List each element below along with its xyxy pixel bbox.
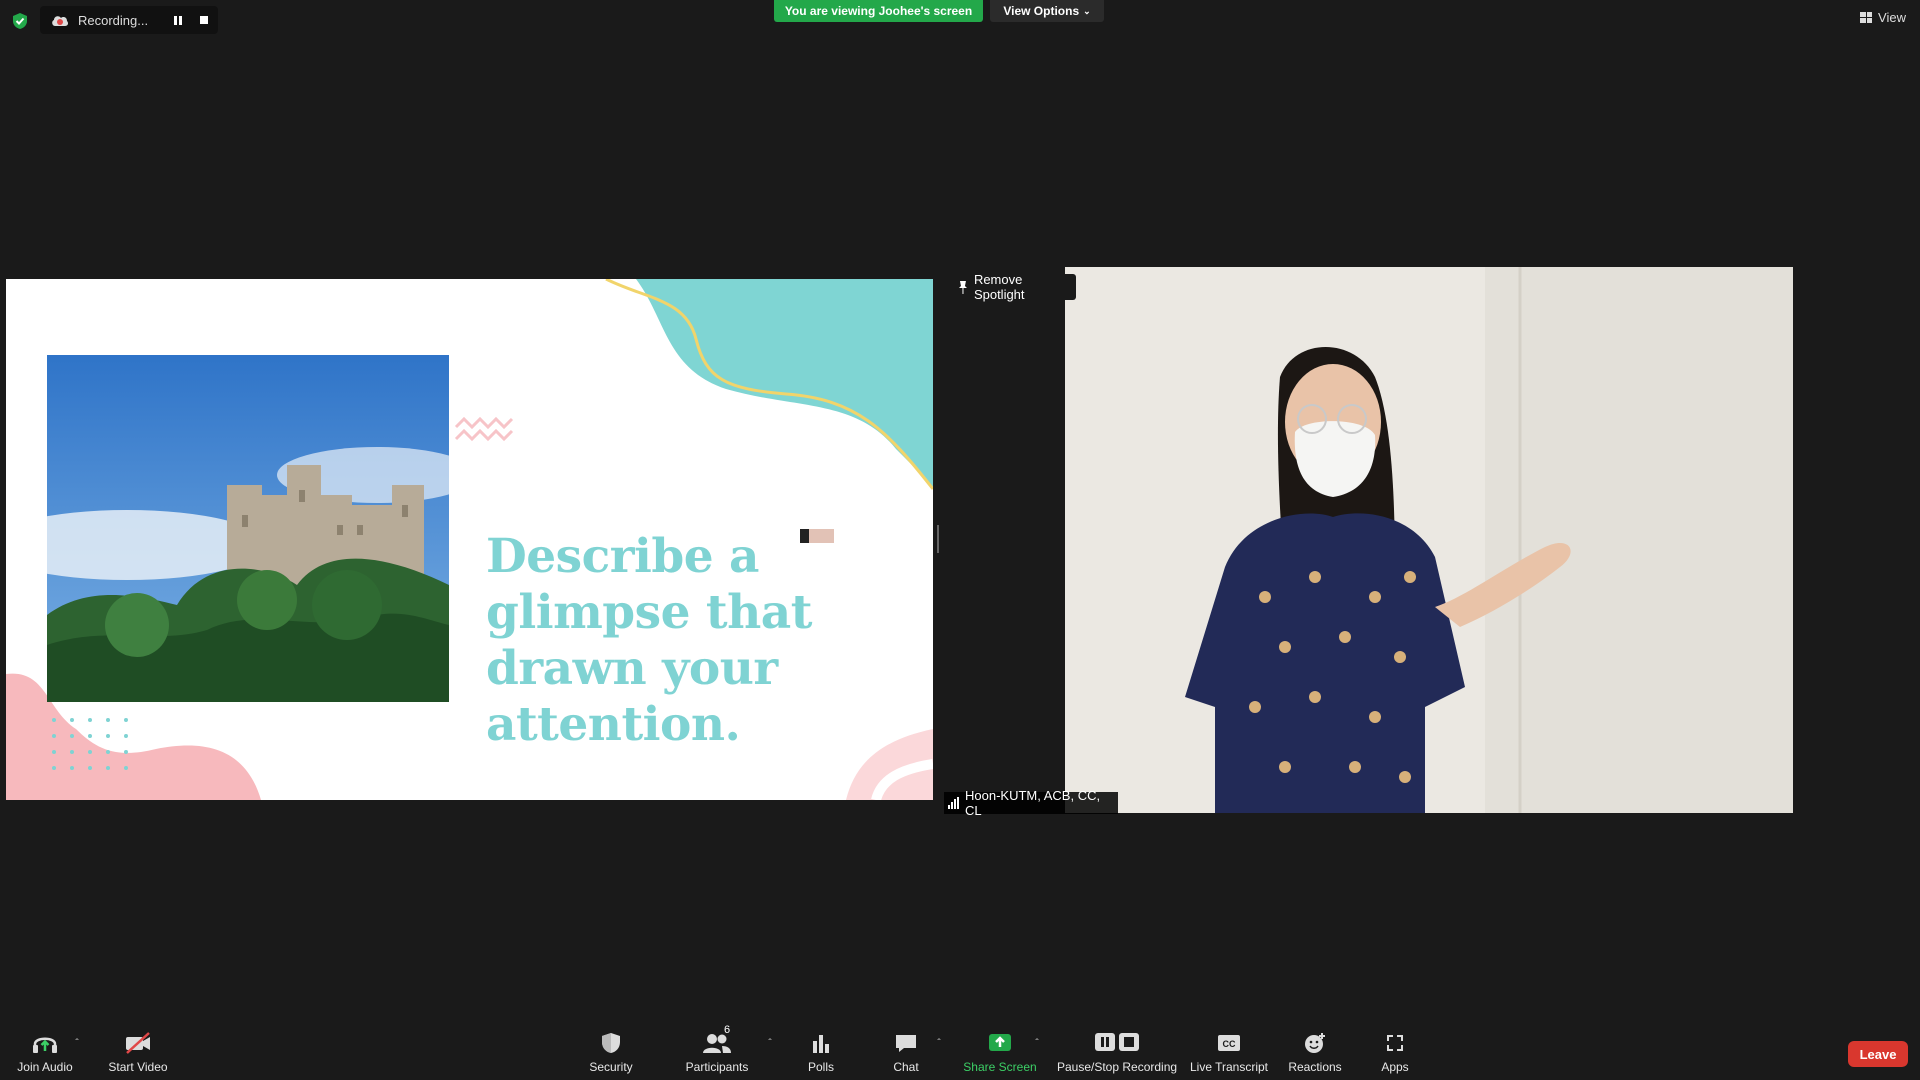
leave-button[interactable]: Leave	[1848, 1041, 1908, 1067]
security-shield-icon	[602, 1033, 620, 1053]
participants-label: Participants	[685, 1060, 749, 1074]
headphones-icon	[33, 1037, 57, 1053]
meeting-toolbar: Join Audio ˆ Start Video Security 6 Part…	[0, 1020, 1920, 1080]
participant-name: Hoon-KUTM, ACB, CC, CL	[965, 788, 1101, 818]
participant-name-tag: Hoon-KUTM, ACB, CC, CL	[944, 788, 1118, 818]
remove-spotlight-label: Remove Spotlight	[973, 272, 1025, 302]
recording-indicator: Recording...	[40, 6, 218, 34]
shared-screen-slide: Describe a glimpse that drawn your atten…	[6, 279, 933, 800]
join-audio-label: Join Audio	[17, 1060, 73, 1074]
encryption-shield-icon[interactable]	[12, 12, 28, 30]
pause-stop-recording-button[interactable]: Pause/Stop Recording	[1057, 1030, 1177, 1074]
apps-button[interactable]: Apps	[1340, 1030, 1450, 1074]
share-screen-label: Share Screen	[963, 1060, 1037, 1074]
security-button[interactable]: Security	[556, 1030, 666, 1074]
start-video-label: Start Video	[108, 1060, 168, 1074]
reactions-label: Reactions	[1288, 1060, 1342, 1074]
share-screen-button[interactable]: Share Screen	[945, 1030, 1055, 1074]
reactions-smiley-icon	[1305, 1033, 1325, 1053]
view-layout-button[interactable]: View	[1860, 10, 1906, 25]
pause-stop-recording-icon	[1095, 1033, 1139, 1051]
polls-icon	[813, 1035, 829, 1053]
recording-label: Recording...	[78, 12, 149, 28]
live-transcript-label: Live Transcript	[1189, 1060, 1269, 1074]
split-view-divider[interactable]	[937, 525, 939, 553]
video-off-icon	[126, 1032, 150, 1054]
viewing-screen-banner: You are viewing Joohee's screen	[774, 0, 983, 22]
view-options-label: View Options	[1003, 4, 1080, 18]
apps-label: Apps	[1381, 1060, 1409, 1074]
connection-signal-icon	[948, 797, 959, 809]
chevron-down-icon: ⌄	[1083, 5, 1091, 16]
chat-icon	[896, 1035, 916, 1052]
participants-button[interactable]: 6 Participants	[662, 1024, 772, 1074]
view-layout-label: View	[1878, 10, 1906, 25]
pause-icon	[174, 15, 182, 25]
participant-video	[1065, 267, 1793, 813]
pause-recording-button[interactable]	[172, 14, 184, 26]
svg-text:CC: CC	[1223, 1039, 1236, 1049]
start-video-button[interactable]: Start Video	[83, 1030, 193, 1074]
view-options-button[interactable]: View Options ⌄	[990, 0, 1104, 22]
participants-count: 6	[724, 1024, 731, 1036]
polls-label: Polls	[807, 1060, 834, 1074]
stop-recording-button[interactable]	[198, 14, 210, 26]
pause-stop-recording-label: Pause/Stop Recording	[1056, 1060, 1178, 1074]
chat-options-caret[interactable]: ˆ	[933, 1038, 945, 1049]
closed-caption-icon: CC	[1218, 1035, 1240, 1051]
apps-icon	[1387, 1035, 1403, 1051]
share-options-caret[interactable]: ˆ	[1031, 1038, 1043, 1049]
slide-title: Describe a glimpse that drawn your atten…	[486, 529, 812, 752]
cloud-recording-icon	[52, 16, 69, 26]
chat-label: Chat	[893, 1060, 919, 1074]
remove-spotlight-button[interactable]: Remove Spotlight	[952, 272, 1076, 302]
pin-icon	[958, 281, 967, 294]
grid-view-icon	[1860, 12, 1873, 23]
stop-icon	[200, 16, 208, 24]
castle-photo	[47, 355, 449, 702]
audio-options-caret[interactable]: ˆ	[71, 1038, 83, 1049]
share-screen-icon	[989, 1034, 1011, 1051]
security-label: Security	[589, 1060, 633, 1074]
